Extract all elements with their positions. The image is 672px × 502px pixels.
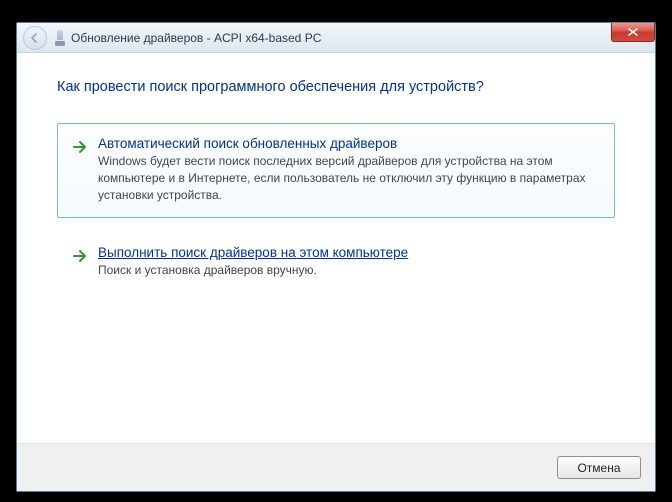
option-desc: Поиск и установка драйверов вручную. [98, 262, 600, 279]
back-button[interactable] [23, 26, 47, 50]
window-title: Обновление драйверов - ACPI x64-based PC [71, 31, 321, 45]
back-arrow-icon [29, 32, 41, 44]
option-body: Выполнить поиск драйверов на этом компью… [98, 245, 600, 279]
page-heading: Как провести поиск программного обеспече… [57, 79, 615, 95]
option-auto-search[interactable]: Автоматический поиск обновленных драйвер… [57, 123, 615, 218]
cancel-button[interactable]: Отмена [557, 456, 641, 479]
titlebar: Обновление драйверов - ACPI x64-based PC [17, 23, 655, 53]
dialog-footer: Отмена [17, 443, 655, 491]
option-title: Выполнить поиск драйверов на этом компью… [98, 245, 600, 260]
option-body: Автоматический поиск обновленных драйвер… [98, 136, 600, 203]
content-area: Как провести поиск программного обеспече… [17, 53, 655, 443]
driver-update-dialog: Обновление драйверов - ACPI x64-based PC… [16, 22, 656, 492]
option-title: Автоматический поиск обновленных драйвер… [98, 136, 600, 151]
close-button[interactable] [611, 23, 655, 42]
arrow-right-icon [72, 248, 88, 264]
arrow-right-icon [72, 139, 88, 155]
device-icon [55, 30, 65, 46]
option-desc: Windows будет вести поиск последних верс… [98, 153, 600, 203]
close-icon [628, 28, 638, 36]
option-manual-search[interactable]: Выполнить поиск драйверов на этом компью… [57, 232, 615, 294]
